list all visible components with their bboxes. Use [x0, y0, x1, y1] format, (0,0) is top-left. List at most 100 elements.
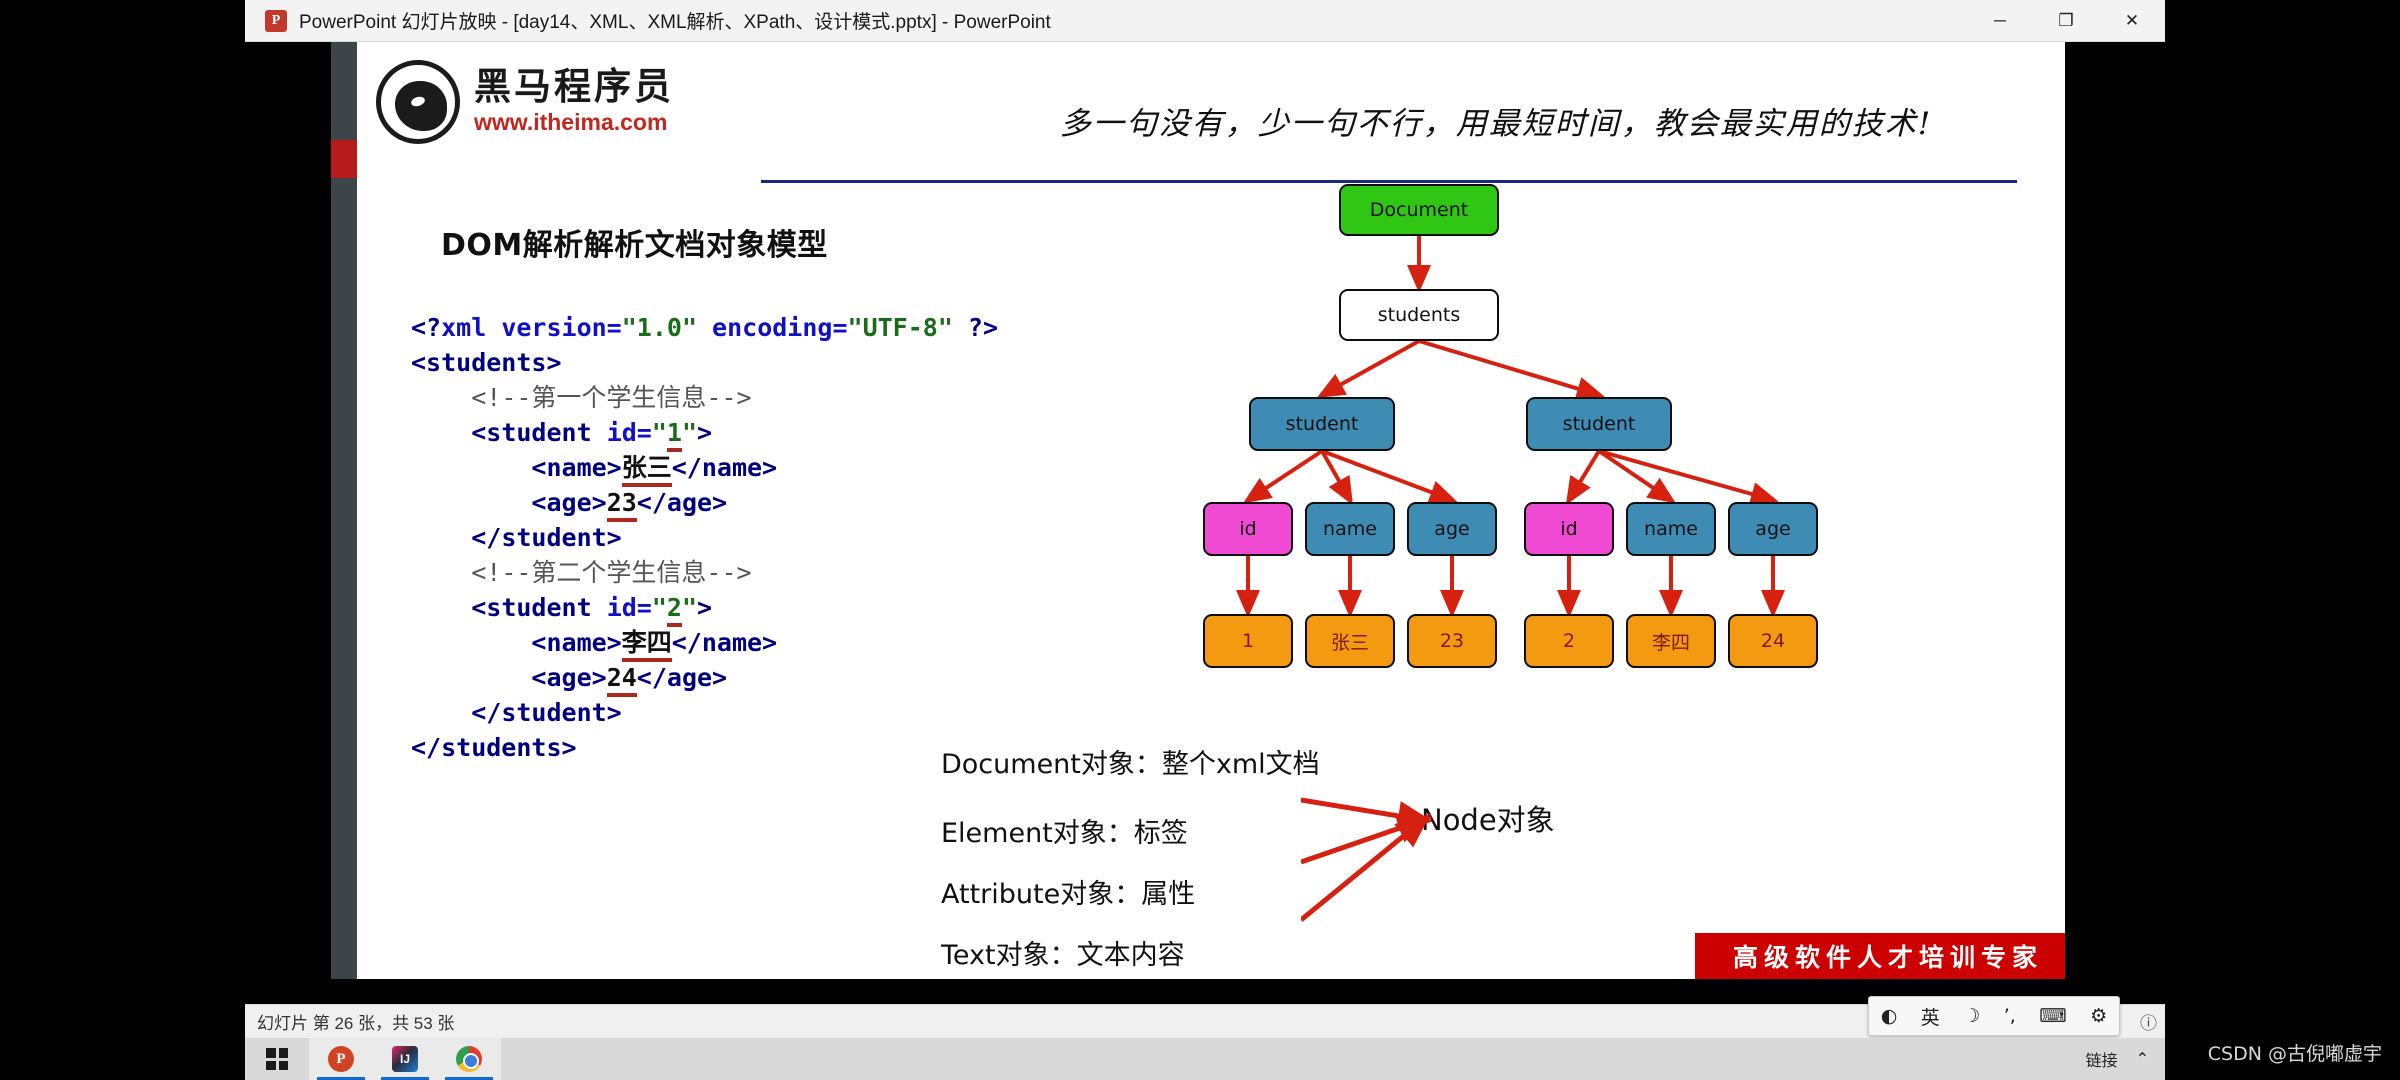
- code-token: ": [681, 418, 698, 447]
- code-token: <students>: [411, 348, 562, 377]
- code-token: 24: [606, 663, 637, 697]
- code-token: <name>: [531, 453, 622, 482]
- csdn-watermark: CSDN @古倪嘟虚宇: [2207, 1043, 2382, 1065]
- code-token: >: [697, 593, 713, 622]
- tree-node-label: age: [1434, 518, 1470, 540]
- tree-node-val-name1: 张三: [1305, 614, 1395, 668]
- close-button[interactable]: ✕: [2099, 0, 2165, 42]
- code-token: </name>: [671, 628, 778, 657]
- code-token: version=: [486, 313, 622, 342]
- code-token: id=: [606, 593, 652, 622]
- tree-node-label: age: [1755, 518, 1791, 540]
- slide-left-strip: [331, 42, 357, 979]
- tree-node-name2: name: [1626, 502, 1716, 556]
- moon-icon[interactable]: ☽: [1963, 1005, 1980, 1027]
- code-line: <!--第二个学生信息-->: [411, 555, 998, 590]
- window-title: PowerPoint 幻灯片放映 - [day14、XML、XML解析、XPat…: [299, 12, 1051, 33]
- code-line: <name>李四</name>: [411, 625, 998, 662]
- windows-start-icon[interactable]: [245, 1038, 309, 1080]
- xml-code-block: <?xml version="1.0" encoding="UTF-8" ?> <…: [411, 310, 998, 765]
- chevron-up-icon[interactable]: ⌃: [2136, 1049, 2149, 1069]
- minimize-button[interactable]: ─: [1967, 0, 2033, 42]
- code-token: ": [651, 593, 667, 622]
- tree-node-student1: student: [1249, 397, 1395, 451]
- maximize-button[interactable]: ❐: [2033, 0, 2099, 42]
- code-token: ": [651, 418, 667, 447]
- object-legend: Document对象：整个xml文档 Element对象：标签 Attribut…: [941, 742, 1320, 979]
- tree-node-label: 李四: [1651, 631, 1690, 654]
- code-token: >: [697, 418, 713, 447]
- slide-title: DOM解析解析文档对象模型: [441, 228, 828, 263]
- code-token: </students>: [411, 733, 577, 762]
- tree-node-label: 1: [1241, 630, 1255, 652]
- taskbar-item-chrome[interactable]: [437, 1038, 501, 1080]
- code-line: <name>张三</name>: [411, 450, 998, 487]
- slide-canvas[interactable]: 黑马程序员 www.itheima.com 多一句没有，少一句不行，用最短时间，…: [331, 42, 2065, 979]
- tree-node-name1: name: [1305, 502, 1395, 556]
- tree-node-label: 23: [1439, 630, 1465, 652]
- dom-tree-diagram: Document students student student id name age i…: [1191, 162, 2051, 668]
- code-line: </student>: [411, 695, 998, 730]
- screen: P PowerPoint 幻灯片放映 - [day14、XML、XML解析、XP…: [0, 0, 2400, 1080]
- tree-node-label: 张三: [1330, 631, 1369, 654]
- code-token: ?>: [952, 313, 999, 342]
- code-token: <name>: [531, 628, 622, 657]
- code-token: "UTF-8": [847, 313, 953, 342]
- horse-head-icon: [376, 60, 460, 144]
- intellij-taskbar-icon: IJ: [392, 1046, 418, 1072]
- code-token: <!--第二个学生信息-->: [471, 558, 752, 587]
- status-tray: ⓘ: [2140, 1009, 2165, 1034]
- keyboard-icon[interactable]: ⌨: [2039, 1005, 2066, 1027]
- tree-node-student2: student: [1526, 397, 1672, 451]
- taskbar: P IJ 链接 ⌃: [245, 1038, 2165, 1080]
- code-token: ": [681, 593, 698, 622]
- window-controls: ─ ❐ ✕: [1967, 0, 2165, 42]
- code-token: xml: [441, 313, 487, 342]
- code-token: "1.0": [621, 313, 697, 342]
- code-token: 23: [606, 488, 637, 522]
- code-token: </name>: [671, 453, 778, 482]
- brand-logo-text: 黑马程序员 www.itheima.com: [474, 65, 674, 136]
- sogou-ime-icon[interactable]: ◐: [1881, 1005, 1898, 1027]
- chrome-taskbar-icon: [456, 1046, 482, 1072]
- code-token: </student>: [471, 523, 622, 552]
- brand-logo: 黑马程序员 www.itheima.com: [376, 60, 674, 144]
- code-token: 李四: [621, 628, 672, 662]
- tree-node-id1: id: [1203, 502, 1293, 556]
- code-line: <?xml version="1.0" encoding="UTF-8" ?>: [411, 310, 998, 345]
- brand-name: 黑马程序员: [474, 65, 674, 109]
- gear-icon[interactable]: ⚙: [2090, 1005, 2107, 1027]
- taskbar-item-powerpoint[interactable]: P: [309, 1038, 373, 1080]
- tree-node-label: student: [1285, 413, 1359, 435]
- code-token: </age>: [636, 488, 728, 517]
- tree-node-label: id: [1560, 518, 1578, 540]
- window-titlebar: P PowerPoint 幻灯片放映 - [day14、XML、XML解析、XP…: [245, 0, 2165, 42]
- code-token: <age>: [531, 488, 607, 517]
- powerpoint-icon: P: [265, 9, 287, 32]
- tree-node-age1: age: [1407, 502, 1497, 556]
- tree-node-id2: id: [1524, 502, 1614, 556]
- slide-banner: 高级软件人才培训专家: [1694, 933, 2065, 979]
- tree-node-val-id1: 1: [1203, 614, 1293, 668]
- pointer-options-icon[interactable]: ⓘ: [2140, 1009, 2157, 1034]
- tree-node-label: id: [1239, 518, 1257, 540]
- taskbar-tray: 链接 ⌃: [2086, 1047, 2165, 1071]
- ime-toolbar[interactable]: ◐ 英 ☽ ’, ⌨ ⚙: [1868, 996, 2120, 1036]
- ime-mode-label[interactable]: 英: [1921, 1003, 1940, 1030]
- code-token: id=: [606, 418, 652, 447]
- code-line: <!--第一个学生信息-->: [411, 380, 998, 415]
- code-token: 张三: [621, 453, 672, 487]
- taskbar-item-intellij-idea[interactable]: IJ: [373, 1038, 437, 1080]
- code-token: <student: [471, 418, 607, 447]
- code-token: encoding=: [697, 313, 848, 342]
- tray-link-label[interactable]: 链接: [2086, 1047, 2118, 1071]
- legend-line-document: Document对象：整个xml文档: [941, 749, 1320, 780]
- tree-node-label: student: [1562, 413, 1636, 435]
- powerpoint-taskbar-icon: P: [328, 1046, 354, 1072]
- code-line: <age>24</age>: [411, 660, 998, 697]
- punctuation-icon[interactable]: ’,: [2004, 1005, 2016, 1027]
- tree-node-val-age1: 23: [1407, 614, 1497, 668]
- tree-node-age2: age: [1728, 502, 1818, 556]
- code-line: <age>23</age>: [411, 485, 998, 522]
- slide-red-tab: [331, 140, 357, 178]
